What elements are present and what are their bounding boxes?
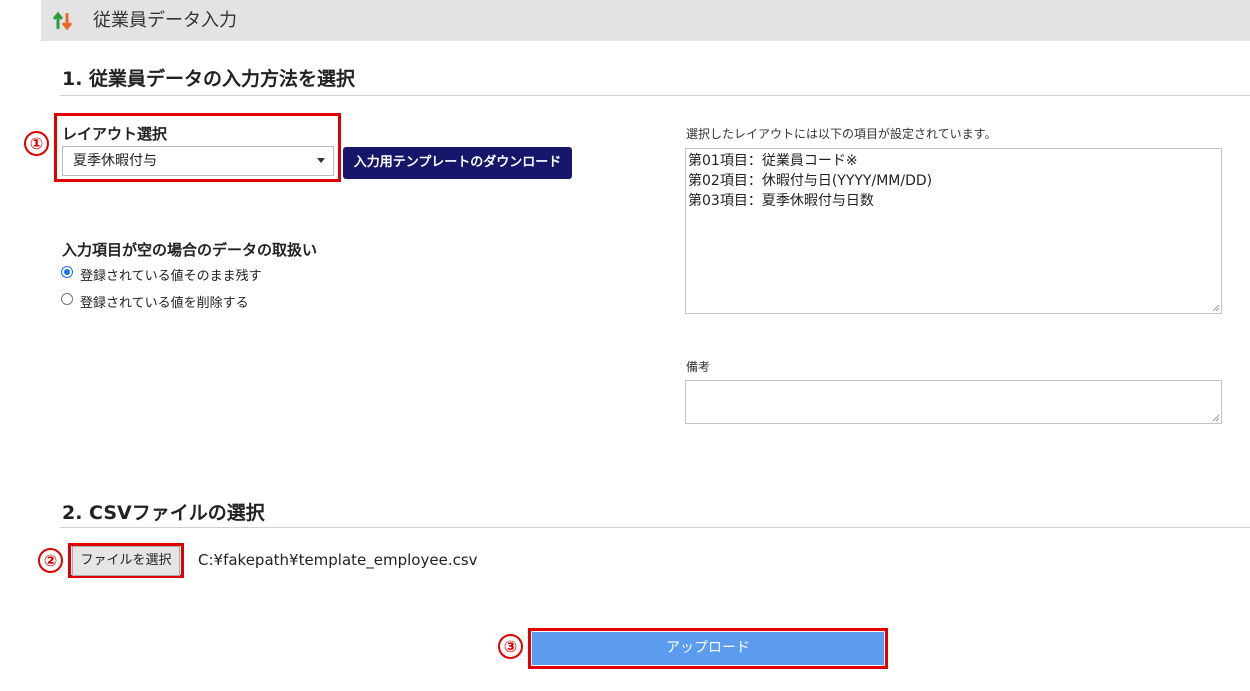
layout-items-label: 選択したレイアウトには以下の項目が設定されています。 [686, 127, 997, 141]
section2-heading: 2. CSVファイルの選択 [62, 502, 265, 524]
step-badge-3: ③ [498, 634, 523, 659]
layout-items-textarea[interactable]: 第01項目：従業員コード※ 第02項目：休暇付与日(YYYY/MM/DD) 第0… [685, 148, 1222, 314]
layout-item-line: 第01項目：従業員コード※ [688, 153, 858, 169]
section1-divider [60, 95, 1250, 96]
section1-heading: 1. 従業員データの入力方法を選択 [62, 68, 356, 90]
layout-item-line: 第02項目：休暇付与日(YYYY/MM/DD) [688, 173, 933, 189]
remarks-label: 備考 [686, 360, 711, 374]
layout-select-value: 夏季休暇付与 [73, 153, 157, 169]
title-bar: 従業員データ入力 [41, 0, 1250, 41]
radio-delete-values-label: 登録されている値を削除する [80, 296, 249, 311]
choose-file-button[interactable]: ファイルを選択 [72, 546, 180, 576]
radio-keep-values-label: 登録されている値そのまま残す [80, 269, 262, 284]
sort-arrows-icon [52, 11, 73, 31]
upload-button[interactable]: アップロード [532, 632, 884, 665]
resize-handle-icon[interactable] [1212, 414, 1220, 422]
chevron-down-icon [317, 158, 325, 163]
template-download-button[interactable]: 入力用テンプレートのダウンロード [343, 147, 572, 179]
step-badge-2: ② [38, 548, 63, 573]
layout-select[interactable]: 夏季休暇付与 [62, 146, 334, 176]
resize-handle-icon[interactable] [1212, 304, 1220, 312]
radio-delete-values[interactable] [61, 293, 73, 305]
page-title: 従業員データ入力 [93, 10, 237, 31]
empty-handling-label: 入力項目が空の場合のデータの取扱い [62, 241, 318, 259]
step-badge-1: ① [24, 131, 49, 156]
file-path-text: C:¥fakepath¥template_employee.csv [198, 551, 478, 569]
remarks-textarea[interactable] [685, 380, 1222, 424]
layout-item-line: 第03項目：夏季休暇付与日数 [688, 193, 874, 209]
layout-select-label: レイアウト選択 [62, 125, 168, 143]
section2-divider [60, 527, 1250, 528]
radio-keep-values[interactable] [61, 266, 73, 278]
